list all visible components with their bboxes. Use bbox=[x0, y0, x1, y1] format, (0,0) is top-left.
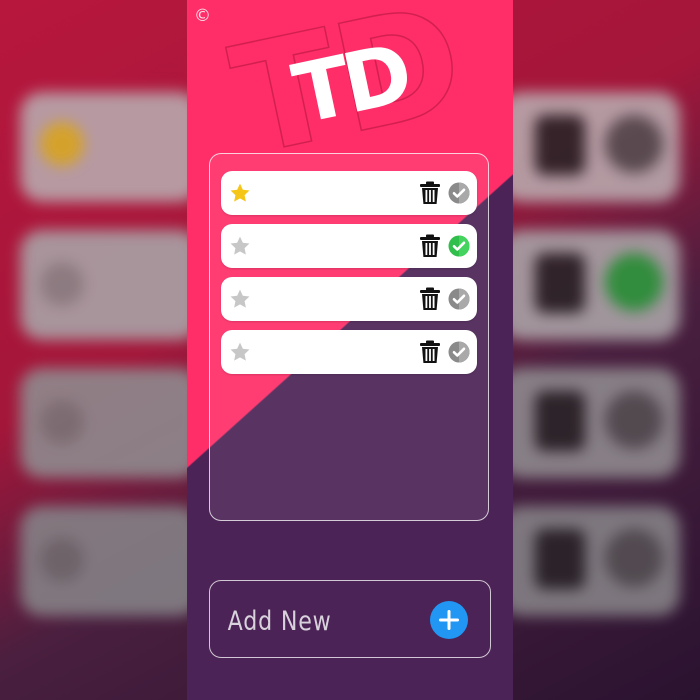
star-icon[interactable] bbox=[229, 288, 251, 310]
todo-item[interactable] bbox=[221, 277, 477, 321]
checkmark-circle-icon[interactable] bbox=[448, 235, 470, 257]
add-button[interactable] bbox=[430, 601, 468, 639]
app-logo: TD bbox=[287, 26, 417, 134]
checkmark-circle-icon[interactable] bbox=[448, 288, 470, 310]
todo-item[interactable] bbox=[221, 171, 477, 215]
trash-icon[interactable] bbox=[419, 287, 441, 311]
star-icon[interactable] bbox=[229, 341, 251, 363]
trash-icon[interactable] bbox=[419, 340, 441, 364]
star-icon[interactable] bbox=[229, 182, 251, 204]
todo-list bbox=[209, 153, 489, 521]
todo-item[interactable] bbox=[221, 330, 477, 374]
add-new-panel bbox=[209, 580, 491, 658]
app-screen: © TD TD bbox=[187, 0, 513, 700]
todo-item[interactable] bbox=[221, 224, 477, 268]
plus-icon bbox=[439, 610, 459, 630]
checkmark-circle-icon[interactable] bbox=[448, 182, 470, 204]
trash-icon[interactable] bbox=[419, 234, 441, 258]
screen-background: © TD TD bbox=[0, 0, 700, 700]
star-icon[interactable] bbox=[229, 235, 251, 257]
logo-text: TD bbox=[287, 26, 417, 134]
checkmark-circle-icon[interactable] bbox=[448, 341, 470, 363]
add-new-input[interactable] bbox=[226, 601, 390, 641]
copyright-symbol: © bbox=[194, 6, 211, 26]
trash-icon[interactable] bbox=[419, 181, 441, 205]
